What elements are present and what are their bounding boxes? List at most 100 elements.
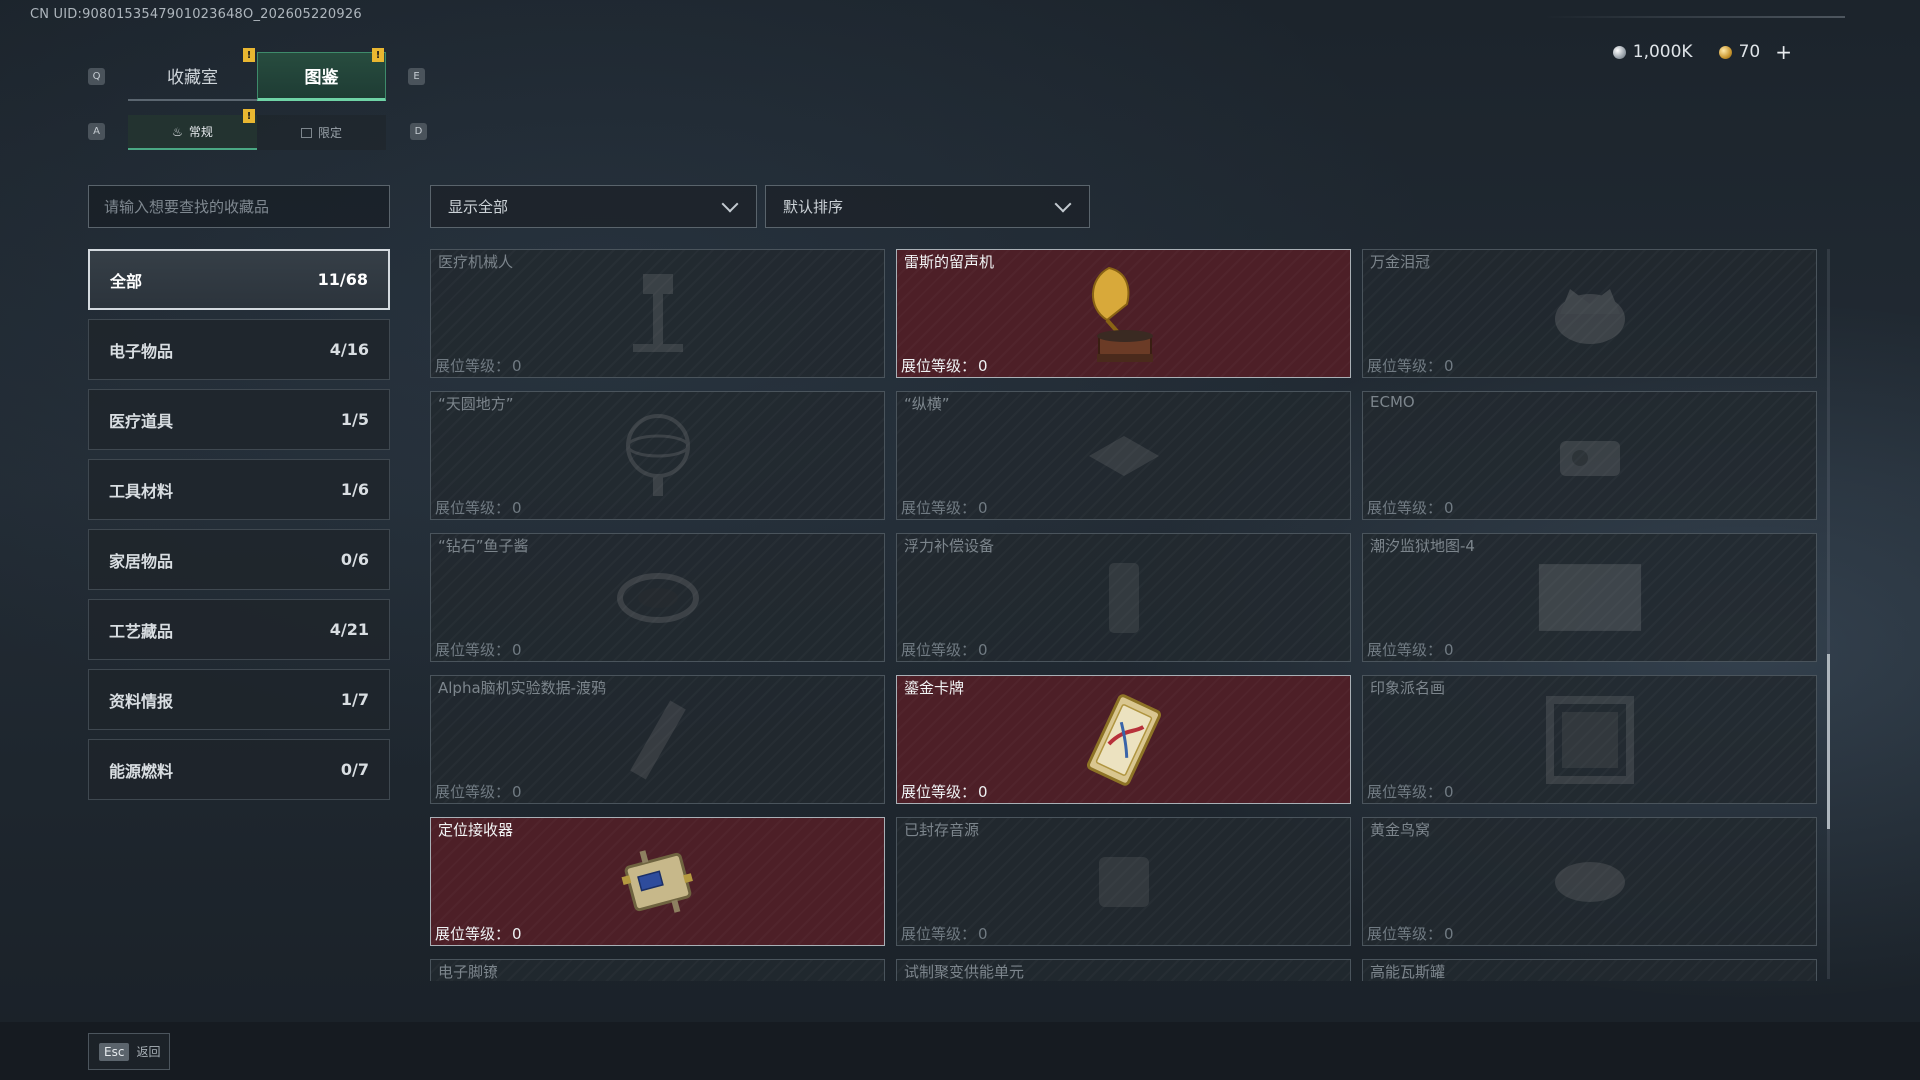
item-card[interactable]: 已封存音源 展位等级： 0	[896, 817, 1351, 946]
item-card[interactable]: 潮汐监狱地图-4 展位等级： 0	[1362, 533, 1817, 662]
level-value: 0	[978, 499, 988, 517]
category-electronics[interactable]: 电子物品 4/16	[88, 319, 390, 380]
gramophone-icon	[1069, 259, 1179, 369]
level-value: 0	[1444, 925, 1454, 943]
gold-currency[interactable]: 70 +	[1718, 40, 1792, 64]
search-input[interactable]: 请输入想要查找的收藏品	[88, 185, 390, 228]
item-name: 万金泪冠	[1370, 253, 1431, 271]
grid-scrollbar[interactable]	[1827, 249, 1830, 979]
painting-icon	[1535, 685, 1645, 795]
item-card[interactable]: “钻石”鱼子酱 展位等级： 0	[430, 533, 885, 662]
category-count: 1/7	[340, 690, 369, 709]
level-label: 展位等级：	[901, 499, 977, 517]
item-card[interactable]: ECMO 展位等级： 0	[1362, 391, 1817, 520]
subtab-limited[interactable]: 限定	[257, 115, 386, 150]
key-hint-a: A	[88, 123, 105, 140]
category-count: 4/16	[329, 340, 369, 359]
category-label: 全部	[110, 271, 143, 291]
category-count: 0/6	[340, 550, 369, 569]
level-label: 展位等级：	[901, 925, 977, 943]
item-name: “钻石”鱼子酱	[438, 537, 529, 555]
level-label: 展位等级：	[1367, 783, 1443, 801]
level-value: 0	[512, 641, 522, 659]
medical-robot-icon	[603, 259, 713, 369]
level-label: 展位等级：	[435, 925, 511, 943]
category-medical[interactable]: 医疗道具 1/5	[88, 389, 390, 450]
gold-card-icon	[1069, 685, 1179, 795]
category-label: 工艺藏品	[109, 621, 174, 641]
item-level: 展位等级： 0	[1367, 355, 1454, 376]
tab-codex[interactable]: 图鉴	[257, 52, 386, 101]
category-tools[interactable]: 工具材料 1/6	[88, 459, 390, 520]
category-intel[interactable]: 资料情报 1/7	[88, 669, 390, 730]
item-card[interactable]: “天圆地方” 展位等级： 0	[430, 391, 885, 520]
subtab-regular[interactable]: ♨ 常规	[128, 115, 257, 150]
item-name: 高能瓦斯罐	[1370, 963, 1446, 981]
item-name: 黄金鸟窝	[1370, 821, 1431, 839]
golden-nest-icon	[1535, 827, 1645, 937]
key-hint-e: E	[408, 68, 425, 85]
category-crafts[interactable]: 工艺藏品 4/21	[88, 599, 390, 660]
back-label: 返回	[136, 1045, 161, 1059]
level-label: 展位等级：	[435, 641, 511, 659]
item-card[interactable]: Alpha脑机实验数据-渡鸦 展位等级： 0	[430, 675, 885, 804]
map-icon	[1535, 543, 1645, 653]
item-card[interactable]: 印象派名画 展位等级： 0	[1362, 675, 1817, 804]
category-energy[interactable]: 能源燃料 0/7	[88, 739, 390, 800]
item-card[interactable]: 电子脚镣	[430, 959, 885, 981]
display-filter-dropdown[interactable]: 显示全部	[430, 185, 757, 228]
item-card[interactable]: 高能瓦斯罐	[1362, 959, 1817, 981]
item-name: 潮汐监狱地图-4	[1370, 537, 1475, 555]
item-name: 电子脚镣	[438, 963, 499, 981]
item-name: Alpha脑机实验数据-渡鸦	[438, 679, 607, 697]
currency-bar: 1,000K 70 +	[1612, 40, 1792, 64]
scrollbar-thumb[interactable]	[1827, 654, 1830, 829]
ecmo-icon	[1535, 401, 1645, 511]
item-card[interactable]: 鎏金卡牌 展位等级： 0	[896, 675, 1351, 804]
tab-label: 图鉴	[304, 68, 339, 88]
category-label: 资料情报	[109, 691, 174, 711]
category-all[interactable]: 全部 11/68	[88, 249, 390, 310]
category-count: 4/21	[329, 620, 369, 639]
silver-amount: 1,000K	[1632, 42, 1693, 62]
key-hint-q: Q	[88, 68, 105, 85]
level-label: 展位等级：	[1367, 925, 1443, 943]
level-label: 展位等级：	[435, 783, 511, 801]
item-card[interactable]: 万金泪冠 展位等级： 0	[1362, 249, 1817, 378]
tab-collection-room[interactable]: 收藏室	[128, 52, 257, 101]
level-value: 0	[1444, 499, 1454, 517]
category-count: 1/5	[340, 410, 369, 429]
level-label: 展位等级：	[901, 641, 977, 659]
item-level: 展位等级： 0	[435, 497, 522, 518]
gold-coin-icon	[1718, 45, 1732, 59]
crown-icon	[1535, 259, 1645, 369]
item-level: 展位等级： 0	[435, 923, 522, 944]
item-card[interactable]: 黄金鸟窝 展位等级： 0	[1362, 817, 1817, 946]
item-level: 展位等级： 0	[901, 781, 988, 802]
item-card[interactable]: “纵横” 展位等级： 0	[896, 391, 1351, 520]
item-card[interactable]: 浮力补偿设备 展位等级： 0	[896, 533, 1351, 662]
item-card[interactable]: 试制聚变供能单元	[896, 959, 1351, 981]
item-name: ECMO	[1370, 393, 1415, 411]
level-value: 0	[512, 783, 522, 801]
buoyancy-device-icon	[1069, 543, 1179, 653]
caviar-icon	[603, 543, 713, 653]
sort-dropdown[interactable]: 默认排序	[765, 185, 1090, 228]
esc-key-icon: Esc	[99, 1042, 130, 1061]
level-label: 展位等级：	[435, 357, 511, 375]
category-count: 1/6	[340, 480, 369, 499]
gold-amount: 70	[1738, 42, 1761, 62]
silver-coin-icon	[1612, 45, 1626, 59]
item-card[interactable]: 雷斯的留声机 展位等级： 0	[896, 249, 1351, 378]
back-button[interactable]: Esc 返回	[88, 1033, 170, 1070]
item-card[interactable]: 医疗机械人 展位等级： 0	[430, 249, 885, 378]
category-label: 家居物品	[109, 551, 174, 571]
notification-badge: !	[243, 48, 255, 62]
level-value: 0	[1444, 357, 1454, 375]
category-household[interactable]: 家居物品 0/6	[88, 529, 390, 590]
item-name: “纵横”	[904, 395, 950, 413]
category-list: 全部 11/68 电子物品 4/16 医疗道具 1/5 工具材料 1/6 家居物…	[88, 249, 390, 809]
item-card[interactable]: 定位接收器 展位等级： 0	[430, 817, 885, 946]
dropdown-value: 默认排序	[783, 198, 844, 216]
add-currency-button[interactable]: +	[1775, 40, 1792, 64]
